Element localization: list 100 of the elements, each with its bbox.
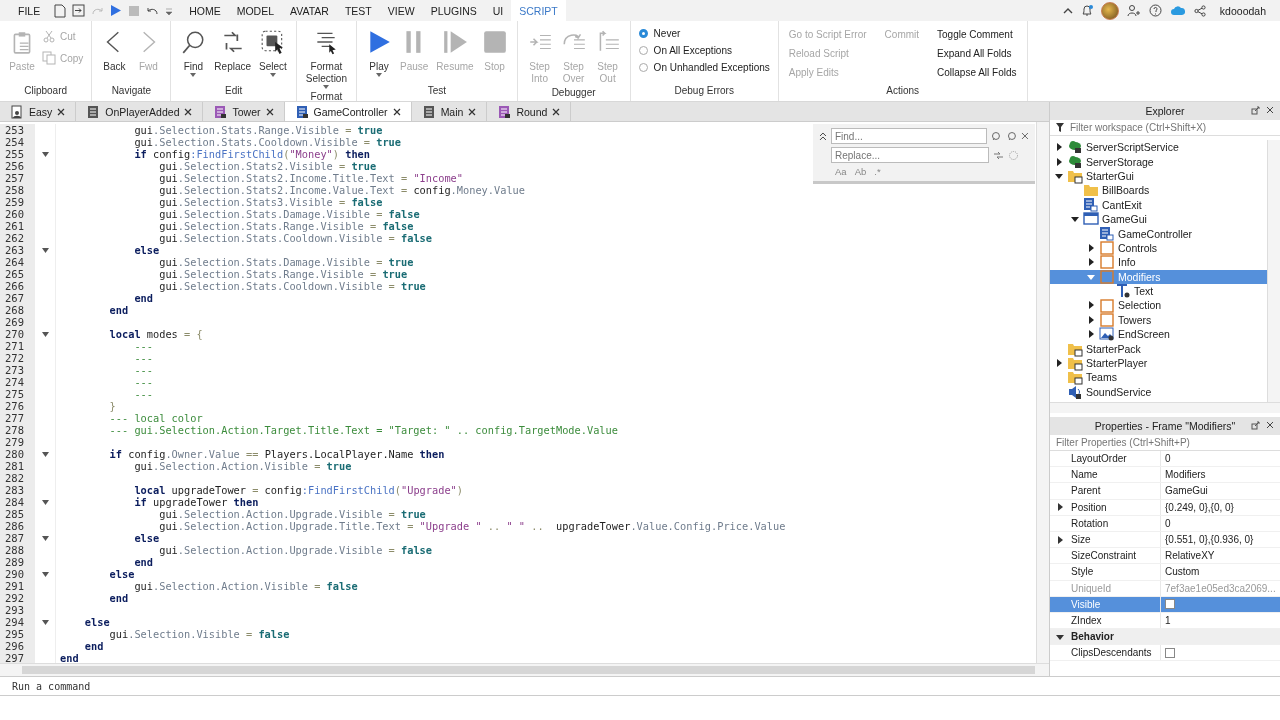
toolbar-button[interactable]: Format Selection xyxy=(302,25,350,91)
editor-tab[interactable]: OnPlayerAdded xyxy=(76,102,204,121)
tree-item[interactable]: Selection xyxy=(1050,298,1267,313)
toolbar-button[interactable]: Select xyxy=(256,25,290,85)
property-row[interactable]: Name Modifiers xyxy=(1050,467,1280,484)
property-row[interactable]: Size {0.551, 0},{0.936, 0} xyxy=(1050,531,1280,549)
editor-tab[interactable]: GameController xyxy=(284,102,412,121)
ribbon-tab[interactable]: SCRIPT xyxy=(511,0,566,21)
fold-arrow-icon[interactable] xyxy=(41,451,49,457)
line-number: 286 xyxy=(0,520,35,532)
tree-item[interactable]: CantExit xyxy=(1050,197,1267,212)
ribbon-tab[interactable]: HOME xyxy=(181,0,229,21)
tree-item[interactable]: Info xyxy=(1050,255,1267,270)
fold-arrow-icon[interactable] xyxy=(41,331,49,337)
property-row[interactable]: LayoutOrder 0 xyxy=(1050,451,1280,468)
expand-arrow-icon[interactable] xyxy=(1055,143,1063,152)
ribbon-tab[interactable]: AVATAR xyxy=(282,0,337,21)
editor-tab[interactable]: Tower xyxy=(203,102,285,121)
caret-icon[interactable] xyxy=(323,85,330,89)
scrollbar[interactable] xyxy=(0,663,1049,676)
ribbon-tab[interactable]: MODEL xyxy=(228,0,283,21)
fold-arrow-icon[interactable] xyxy=(41,247,49,253)
property-row[interactable]: Position {0.249, 0},{0, 0} xyxy=(1050,499,1280,516)
expand-arrow-icon[interactable] xyxy=(1087,301,1095,310)
property-row[interactable]: Rotation 0 xyxy=(1050,515,1280,532)
filter-field[interactable]: Filter workspace (Ctrl+Shift+X) xyxy=(1070,122,1274,133)
fold-arrow-icon[interactable] xyxy=(41,499,49,505)
expand-arrow-icon[interactable] xyxy=(1087,258,1095,267)
toolbar-button[interactable]: Find xyxy=(177,25,210,85)
tree-item[interactable]: SoundService xyxy=(1050,384,1267,400)
filter-field[interactable]: Filter Properties (Ctrl+Shift+P) xyxy=(1056,437,1274,448)
find-field[interactable]: Find... xyxy=(830,128,988,144)
tree-item[interactable]: GameGui xyxy=(1050,211,1267,227)
collapse-arrow-icon[interactable] xyxy=(1055,171,1063,180)
ribbon-tab[interactable]: VIEW xyxy=(379,0,423,21)
toolbar-button[interactable]: Play xyxy=(363,25,395,85)
ribbon-tab[interactable]: TEST xyxy=(336,0,380,21)
scrollbar[interactable] xyxy=(1036,122,1049,663)
ribbon-tab[interactable]: PLUGINS xyxy=(422,0,485,21)
fold-arrow-icon[interactable] xyxy=(41,619,49,625)
expand-arrow-icon[interactable] xyxy=(1056,535,1064,544)
expand-arrow-icon[interactable] xyxy=(1087,243,1095,252)
radio-label[interactable]: On Unhandled Exceptions xyxy=(653,62,770,73)
ribbon-tab[interactable]: UI xyxy=(484,0,512,21)
tree-item[interactable]: BillBoards xyxy=(1050,183,1267,198)
expand-arrow-icon[interactable] xyxy=(1056,503,1064,512)
section-header[interactable]: Behavior xyxy=(1050,629,1280,646)
fold-arrow-icon[interactable] xyxy=(41,535,49,541)
checkbox[interactable] xyxy=(1165,599,1175,610)
section-title: Behavior xyxy=(1071,631,1114,643)
username[interactable]: kdooodah xyxy=(1219,4,1266,17)
code-line: else xyxy=(133,532,160,544)
tree-item[interactable]: Controls xyxy=(1050,240,1267,256)
tree-item[interactable]: StarterGui xyxy=(1050,168,1267,184)
property-row[interactable]: Parent GameGui xyxy=(1050,483,1280,500)
tree-item[interactable]: StarterPack xyxy=(1050,341,1267,356)
property-row[interactable]: ClipsDescendants xyxy=(1050,645,1280,662)
action-link[interactable]: Expand All Folds xyxy=(933,46,1021,61)
tree-item[interactable]: ServerStorage xyxy=(1050,154,1267,169)
editor-tab[interactable]: Easy xyxy=(0,102,77,121)
expand-arrow-icon[interactable] xyxy=(1087,330,1095,339)
expand-arrow-icon[interactable] xyxy=(1087,315,1095,324)
caret-icon[interactable] xyxy=(190,73,197,77)
replace-field[interactable]: Replace... xyxy=(831,147,989,163)
property-row[interactable]: SizeConstraint RelativeXY xyxy=(1050,548,1280,565)
action-link[interactable]: Toggle Comment xyxy=(933,27,1021,42)
file-menu[interactable]: FILE xyxy=(10,0,49,21)
fold-arrow-icon[interactable] xyxy=(41,571,49,577)
tree-item[interactable]: Teams xyxy=(1050,370,1267,385)
editor-tab[interactable]: Round xyxy=(487,102,572,121)
fold-arrow-icon[interactable] xyxy=(41,151,49,157)
checkbox[interactable] xyxy=(1165,647,1175,658)
tree-item[interactable]: GameController xyxy=(1050,226,1267,241)
tree-item[interactable]: ServerScriptService xyxy=(1050,140,1267,155)
tree-item[interactable]: Text xyxy=(1050,283,1267,299)
command-field[interactable]: Run a command xyxy=(10,679,1280,693)
collapse-arrow-icon[interactable] xyxy=(1056,632,1064,641)
scrollbar[interactable] xyxy=(1050,402,1280,413)
radio-button[interactable] xyxy=(638,63,648,72)
toolbar-button[interactable]: Back xyxy=(98,25,131,85)
tree-item[interactable]: EndScreen xyxy=(1050,327,1267,342)
caret-icon[interactable] xyxy=(376,73,382,77)
radio-button[interactable] xyxy=(638,46,648,55)
toolbar-button[interactable]: Replace xyxy=(211,25,255,85)
collapse-arrow-icon[interactable] xyxy=(1071,215,1079,224)
code-line: gui.Selection.Stats.Range.Visible = true xyxy=(158,268,408,280)
caret-icon[interactable] xyxy=(269,73,276,77)
tree-item[interactable]: Towers xyxy=(1050,312,1267,328)
code-line: gui.Selection.Stats2.Income.Title.Text = "Income" xyxy=(158,172,463,184)
avatar[interactable] xyxy=(1100,1,1119,20)
property-row[interactable]: Style Custom xyxy=(1050,564,1280,581)
expand-arrow-icon[interactable] xyxy=(1055,359,1063,368)
action-link[interactable]: Collapse All Folds xyxy=(933,65,1021,80)
radio-label[interactable]: Never xyxy=(653,28,681,39)
scrollbar[interactable] xyxy=(1267,140,1280,402)
radio-label[interactable]: On All Exceptions xyxy=(653,45,732,56)
expand-arrow-icon[interactable] xyxy=(1055,157,1063,166)
radio-button[interactable] xyxy=(638,29,648,38)
tree-item[interactable]: StarterPlayer xyxy=(1050,355,1267,371)
editor-tab[interactable]: Main xyxy=(411,102,488,121)
